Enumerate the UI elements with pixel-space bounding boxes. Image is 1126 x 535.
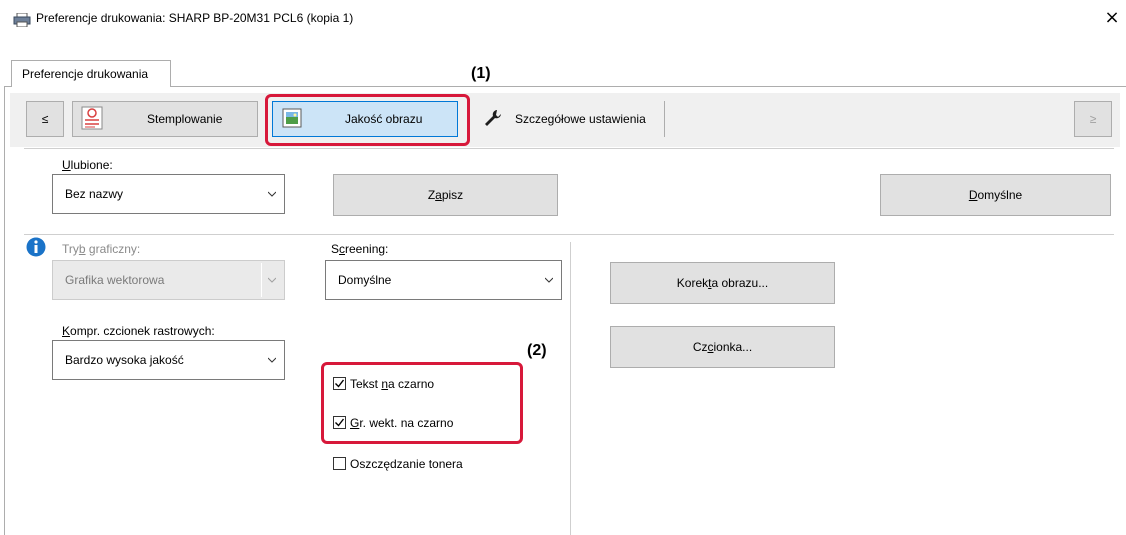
chevron-down-icon xyxy=(545,277,553,283)
screening-select[interactable]: Domyślne xyxy=(325,260,562,300)
advanced-settings-label: Szczegółowe ustawienia xyxy=(515,112,646,126)
tab-printing-preferences[interactable]: Preferencje drukowania xyxy=(11,60,171,87)
raster-compression-select[interactable]: Bardzo wysoka jakość xyxy=(52,340,285,380)
favorites-value: Bez nazwy xyxy=(65,187,124,201)
wrench-icon xyxy=(485,110,501,126)
scroll-right-button[interactable]: ≥ xyxy=(1074,101,1112,137)
close-button[interactable]: × xyxy=(1100,6,1124,30)
text-black-label: Tekst na czarno xyxy=(350,377,435,391)
advanced-settings-button[interactable]: Szczegółowe ustawienia xyxy=(474,101,664,137)
window-title: Preferencje drukowania: SHARP BP-20M31 P… xyxy=(36,11,354,25)
favorites-select[interactable]: Bez nazwy xyxy=(52,174,285,214)
vector-black-label: Gr. wekt. na czarno xyxy=(350,416,454,430)
vector-black-checkbox[interactable] xyxy=(333,416,346,429)
checkmark-icon xyxy=(335,379,345,388)
highlight-box-2 xyxy=(321,362,523,444)
checkmark-icon xyxy=(335,418,345,427)
screening-label: Screening: xyxy=(331,242,389,256)
title-bar: Preferencje drukowania: SHARP BP-20M31 P… xyxy=(0,0,1126,34)
toner-save-checkbox[interactable] xyxy=(333,457,346,470)
favorites-label: Ulubione: xyxy=(62,158,113,172)
column-separator xyxy=(570,242,571,535)
toner-save-label: Oszczędzanie tonera xyxy=(350,457,463,471)
graphics-mode-select: Grafika wektorowa xyxy=(52,260,285,300)
stamping-label: Stemplowanie xyxy=(147,112,223,126)
settings-panel xyxy=(4,86,1126,535)
graphics-mode-value: Grafika wektorowa xyxy=(65,273,165,287)
font-button[interactable]: Czcionka... xyxy=(610,326,835,368)
chevron-down-icon xyxy=(268,277,276,283)
text-black-checkbox[interactable] xyxy=(333,377,346,390)
graphics-mode-label: Tryb graficzny: xyxy=(62,242,141,256)
section-separator xyxy=(24,234,1114,235)
stamping-icon xyxy=(81,106,103,130)
screening-value: Domyślne xyxy=(338,273,392,287)
toolbar-separator xyxy=(24,148,1114,149)
stamping-button[interactable]: Stemplowanie xyxy=(72,101,258,137)
chevron-down-icon xyxy=(268,191,276,197)
annotation-2: (2) xyxy=(527,342,547,359)
raster-compression-value: Bardzo wysoka jakość xyxy=(65,353,184,367)
highlight-box-1 xyxy=(265,94,470,146)
image-correction-button[interactable]: Korekta obrazu... xyxy=(610,262,835,304)
scroll-left-button[interactable]: ≤ xyxy=(26,101,64,137)
save-button[interactable]: Zapisz xyxy=(333,174,558,216)
annotation-1: (1) xyxy=(471,65,491,82)
toolbar-divider xyxy=(664,101,665,137)
raster-compression-label: Kompr. czcionek rastrowych: xyxy=(62,324,215,338)
default-button[interactable]: Domyślne xyxy=(880,174,1111,216)
chevron-down-icon xyxy=(268,357,276,363)
printer-icon xyxy=(13,13,31,27)
tab-label: Preferencje drukowania xyxy=(22,67,149,81)
info-icon xyxy=(26,237,46,257)
